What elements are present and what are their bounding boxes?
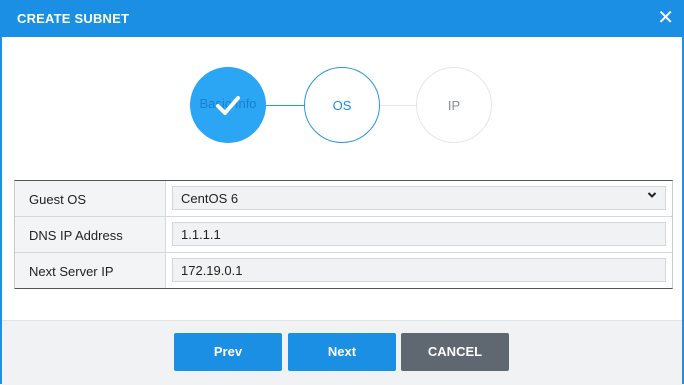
dialog-footer: Prev Next CANCEL — [2, 320, 682, 385]
guest-os-value: CentOS 6 — [181, 191, 239, 206]
dialog-titlebar: CREATE SUBNET ✕ — [0, 0, 684, 37]
step-ip[interactable]: IP — [416, 67, 492, 143]
guest-os-select[interactable]: CentOS 6 — [172, 186, 666, 210]
chevron-down-icon — [647, 190, 657, 203]
step-os[interactable]: OS — [304, 67, 380, 143]
step-connector-2 — [380, 105, 417, 106]
step-basic-info[interactable]: Basic Info — [190, 67, 266, 143]
subnet-form: Guest OS CentOS 6 DNS IP Address 1.1.1.1… — [14, 180, 673, 289]
check-icon — [216, 96, 240, 115]
create-subnet-dialog: CREATE SUBNET ✕ Basic Info OS IP Guest O… — [0, 0, 684, 385]
form-row-dns-ip: DNS IP Address 1.1.1.1 — [15, 217, 672, 253]
dialog-title: CREATE SUBNET — [17, 11, 130, 26]
form-row-next-server-ip: Next Server IP 172.19.0.1 — [15, 253, 672, 288]
next-button[interactable]: Next — [288, 333, 396, 371]
dns-ip-label: DNS IP Address — [15, 217, 166, 252]
guest-os-label: Guest OS — [15, 181, 166, 216]
close-icon[interactable]: ✕ — [657, 6, 674, 30]
form-row-guest-os: Guest OS CentOS 6 — [15, 181, 672, 217]
next-server-ip-input[interactable]: 172.19.0.1 — [172, 258, 666, 282]
next-server-ip-label: Next Server IP — [15, 253, 166, 288]
wizard-steps: Basic Info OS IP — [2, 37, 682, 177]
step-ip-label: IP — [447, 98, 461, 113]
cancel-button[interactable]: CANCEL — [401, 333, 509, 371]
step-os-label: OS — [332, 98, 352, 113]
dns-ip-input[interactable]: 1.1.1.1 — [172, 222, 666, 246]
prev-button[interactable]: Prev — [174, 333, 282, 371]
step-connector-1 — [266, 105, 305, 106]
